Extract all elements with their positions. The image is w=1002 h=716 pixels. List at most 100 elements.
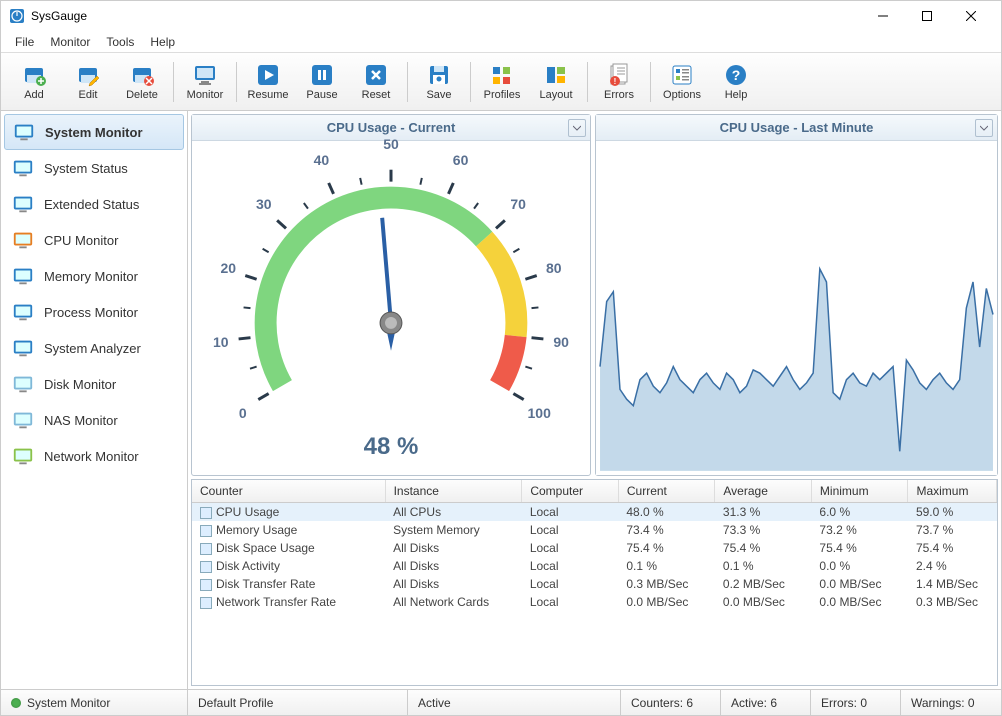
table-row[interactable]: CPU UsageAll CPUsLocal48.0 %31.3 %6.0 %5… (192, 503, 997, 522)
status-counters: Counters: 6 (621, 690, 721, 715)
table-row[interactable]: Memory UsageSystem MemoryLocal73.4 %73.3… (192, 521, 997, 539)
minimize-button[interactable] (861, 1, 905, 31)
sidebar-icon (12, 445, 34, 467)
cell: Disk Activity (192, 557, 385, 575)
toolbar-label: Layout (539, 89, 572, 101)
errors-icon: ! (607, 63, 631, 87)
chart-body (596, 141, 997, 475)
col-average[interactable]: Average (715, 480, 812, 503)
help-button[interactable]: ?Help (710, 57, 762, 107)
close-button[interactable] (949, 1, 993, 31)
options-button[interactable]: Options (656, 57, 708, 107)
table-row[interactable]: Disk Space UsageAll DisksLocal75.4 %75.4… (192, 539, 997, 557)
toolbar-label: Reset (362, 89, 391, 101)
chart-dropdown-button[interactable] (975, 119, 993, 137)
resume-button[interactable]: Resume (242, 57, 294, 107)
edit-icon (76, 63, 100, 87)
toolbar: Add Edit DeleteMonitorResumePause Reset Save… (1, 53, 1001, 111)
menu-tools[interactable]: Tools (98, 33, 142, 51)
svg-text:?: ? (732, 67, 741, 83)
cell: System Memory (385, 521, 522, 539)
table-row[interactable]: Disk ActivityAll DisksLocal0.1 %0.1 %0.0… (192, 557, 997, 575)
add-icon (22, 63, 46, 87)
sidebar-icon (12, 229, 34, 251)
cell: 73.4 % (618, 521, 715, 539)
col-current[interactable]: Current (618, 480, 715, 503)
profiles-icon (490, 63, 514, 87)
col-maximum[interactable]: Maximum (908, 480, 997, 503)
cell: 75.4 % (618, 539, 715, 557)
sidebar-item-memory-monitor[interactable]: Memory Monitor (4, 258, 184, 294)
gauge-tick-20: 20 (220, 260, 236, 276)
cell: 73.7 % (908, 521, 997, 539)
menu-file[interactable]: File (7, 33, 42, 51)
svg-text:!: ! (614, 77, 617, 86)
sidebar-item-label: Disk Monitor (44, 377, 116, 392)
cell: 0.0 % (811, 557, 908, 575)
cell: Disk Space Usage (192, 539, 385, 557)
add-button[interactable]: Add (8, 57, 60, 107)
cell: 73.3 % (715, 521, 812, 539)
sidebar-item-label: Network Monitor (44, 449, 139, 464)
gauge-value-text: 48 % (192, 433, 590, 461)
cell: 73.2 % (811, 521, 908, 539)
counter-row-icon (200, 507, 212, 519)
sidebar-item-system-status[interactable]: System Status (4, 150, 184, 186)
reset-icon (364, 63, 388, 87)
chart-panel-title: CPU Usage - Last Minute (596, 115, 997, 141)
sidebar-item-label: Process Monitor (44, 305, 138, 320)
toolbar-label: Edit (79, 89, 98, 101)
cell: 0.1 % (715, 557, 812, 575)
sidebar-item-disk-monitor[interactable]: Disk Monitor (4, 366, 184, 402)
cell: Memory Usage (192, 521, 385, 539)
pause-button[interactable]: Pause (296, 57, 348, 107)
cell: 31.3 % (715, 503, 812, 522)
menu-monitor[interactable]: Monitor (42, 33, 98, 51)
content: CPU Usage - Current 01020304050607080901… (188, 111, 1001, 689)
sidebar-item-system-monitor[interactable]: System Monitor (4, 114, 184, 150)
col-minimum[interactable]: Minimum (811, 480, 908, 503)
gauge-dropdown-button[interactable] (568, 119, 586, 137)
maximize-button[interactable] (905, 1, 949, 31)
sidebar-item-extended-status[interactable]: Extended Status (4, 186, 184, 222)
gauge-tick-70: 70 (510, 196, 526, 212)
sidebar-item-label: Memory Monitor (44, 269, 138, 284)
cell: 0.3 MB/Sec (618, 575, 715, 593)
sidebar: System MonitorSystem StatusExtended Stat… (1, 111, 188, 689)
edit-button[interactable]: Edit (62, 57, 114, 107)
toolbar-separator (650, 62, 651, 102)
cell: 0.1 % (618, 557, 715, 575)
sidebar-item-system-analyzer[interactable]: System Analyzer (4, 330, 184, 366)
table-row[interactable]: Network Transfer RateAll Network CardsLo… (192, 593, 997, 611)
col-counter[interactable]: Counter (192, 480, 385, 503)
toolbar-label: Add (24, 89, 44, 101)
gauge-tick-90: 90 (553, 334, 569, 350)
reset-button[interactable]: Reset (350, 57, 402, 107)
sidebar-item-label: CPU Monitor (44, 233, 118, 248)
col-instance[interactable]: Instance (385, 480, 522, 503)
toolbar-label: Profiles (484, 89, 521, 101)
sidebar-item-cpu-monitor[interactable]: CPU Monitor (4, 222, 184, 258)
help-icon: ? (724, 63, 748, 87)
layout-button[interactable]: Layout (530, 57, 582, 107)
monitor-button[interactable]: Monitor (179, 57, 231, 107)
profiles-button[interactable]: Profiles (476, 57, 528, 107)
delete-icon (130, 63, 154, 87)
table-row[interactable]: Disk Transfer RateAll DisksLocal0.3 MB/S… (192, 575, 997, 593)
sidebar-item-nas-monitor[interactable]: NAS Monitor (4, 402, 184, 438)
errors-button[interactable]: !Errors (593, 57, 645, 107)
status-warnings: Warnings: 0 (901, 690, 1001, 715)
sidebar-item-network-monitor[interactable]: Network Monitor (4, 438, 184, 474)
cell: Local (522, 539, 619, 557)
gauge-tick-0: 0 (239, 405, 247, 421)
gauge-tick-60: 60 (453, 152, 469, 168)
gauge-body: 0102030405060708090100 48 % (192, 141, 590, 475)
delete-button[interactable]: Delete (116, 57, 168, 107)
sidebar-item-process-monitor[interactable]: Process Monitor (4, 294, 184, 330)
cell: 0.2 MB/Sec (715, 575, 812, 593)
gauge-tick-50: 50 (383, 136, 399, 152)
menu-help[interactable]: Help (142, 33, 183, 51)
cell: All Disks (385, 539, 522, 557)
save-button[interactable]: Save (413, 57, 465, 107)
col-computer[interactable]: Computer (522, 480, 619, 503)
